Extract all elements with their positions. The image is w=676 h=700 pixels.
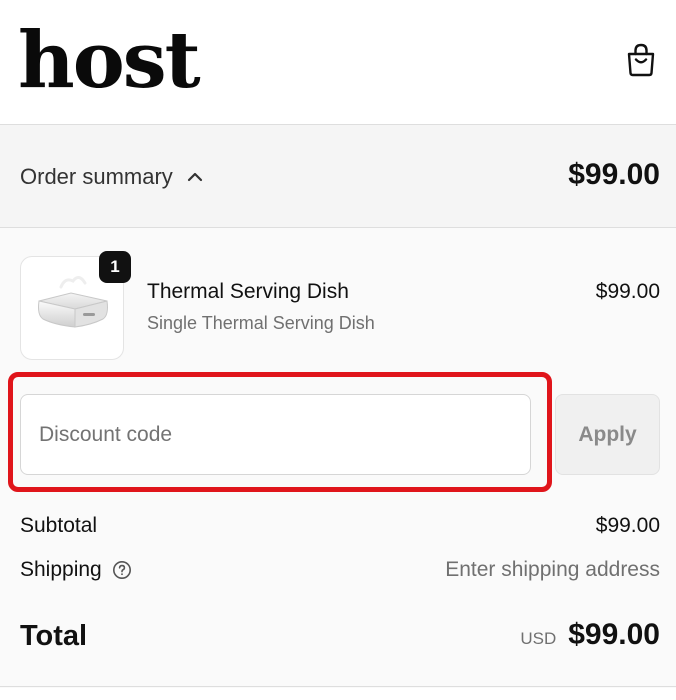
order-summary-label: Order summary: [20, 164, 173, 189]
shopping-bag-icon: [627, 43, 655, 77]
order-summary-bar: Order summary $99.00: [0, 125, 676, 228]
total-value-group: USD $99.00: [520, 618, 660, 652]
total-amount: $99.00: [568, 618, 660, 651]
order-summary-toggle[interactable]: Order summary: [20, 161, 203, 193]
cart-button[interactable]: [622, 40, 660, 80]
help-circle-icon[interactable]: [112, 560, 132, 580]
shipping-value: Enter shipping address: [445, 558, 660, 581]
product-name: Thermal Serving Dish: [147, 280, 349, 303]
product-thumbnail: 1: [20, 251, 131, 360]
product-price: $99.00: [595, 280, 660, 303]
bottom-divider: [0, 686, 676, 687]
quantity-badge: 1: [99, 251, 131, 283]
chevron-up-icon: [187, 172, 202, 182]
order-summary-content: 1 Thermal Serving Dish Single Thermal Se…: [0, 228, 676, 688]
header: host: [0, 0, 676, 125]
subtotal-label: Subtotal: [20, 514, 98, 537]
product-variant: Single Thermal Serving Dish: [147, 313, 375, 333]
shipping-label: Shipping: [20, 558, 102, 581]
brand-logo[interactable]: host: [18, 16, 201, 106]
discount-code-input[interactable]: [20, 394, 531, 475]
total-label: Total: [20, 620, 88, 652]
checkout-page: host Order summary $99.00 1 Thermal Serv…: [0, 0, 676, 700]
subtotal-value: $99.00: [595, 514, 660, 537]
order-summary-total: $99.00: [568, 158, 660, 191]
currency-code: USD: [520, 629, 557, 648]
shipping-row-label: Shipping: [20, 558, 132, 582]
apply-button[interactable]: Apply: [555, 394, 660, 475]
